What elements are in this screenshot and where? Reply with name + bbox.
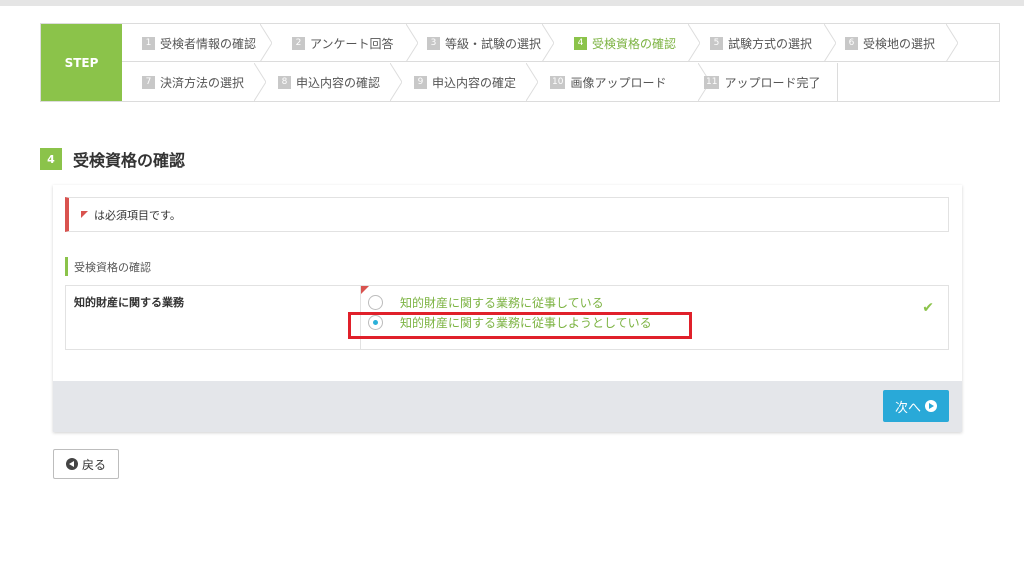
annotation-highlight-box <box>348 312 692 339</box>
next-button-label: 次へ <box>894 400 921 416</box>
step-4: 4 受検資格の確認 <box>554 24 676 62</box>
card-footer: 次へ <box>53 381 962 432</box>
back-button[interactable]: 戻る <box>53 449 119 479</box>
form-card: は必須項目です。 受検資格の確認 知的財産に関する業務 知的財産に関する業務に従… <box>53 185 962 432</box>
radio-option-engaged[interactable]: 知的財産に関する業務に従事している <box>368 293 604 311</box>
chevron-right-icon <box>260 24 272 62</box>
step-11: 11 アップロード完了 <box>704 75 821 90</box>
step-8: 8 申込内容の確認 <box>258 63 380 101</box>
step-3: 3 等級・試験の選択 <box>407 24 541 62</box>
section-number-badge: 4 <box>40 148 62 170</box>
page-title: 受検資格の確認 <box>73 151 186 170</box>
required-notice: は必須項目です。 <box>65 197 949 232</box>
radio-button[interactable] <box>368 294 383 310</box>
step-navigation: STEP 1 受検者情報の確認 2 アンケート回答 3 等級・試験の選択 4 受検資格の… <box>40 23 1000 102</box>
subsection-label: 受検資格の確認 <box>65 257 151 276</box>
step-7: 7 決済方法の選択 <box>122 63 244 101</box>
required-flag-icon <box>81 211 88 218</box>
step-10: 10 画像アップロード <box>550 75 667 90</box>
step-9: 9 申込内容の確定 <box>394 63 516 101</box>
arrow-left-circle-icon <box>65 458 78 470</box>
chevron-right-icon <box>946 24 958 62</box>
step-5: 5 試験方式の選択 <box>690 24 812 62</box>
step-1: 1 受検者情報の確認 <box>122 24 256 62</box>
back-button-label: 戻る <box>81 457 106 472</box>
top-bar <box>0 0 1024 6</box>
step-2: 2 アンケート回答 <box>272 24 394 62</box>
section-title: 4 受検資格の確認 <box>40 148 185 170</box>
chevron-right-icon <box>542 24 554 62</box>
arrow-right-circle-icon <box>925 400 937 412</box>
next-button[interactable]: 次へ <box>883 390 949 422</box>
radio-option-label: 知的財産に関する業務に従事している <box>400 295 604 310</box>
field-label: 知的財産に関する業務 <box>66 286 361 349</box>
step-6: 6 受検地の選択 <box>825 24 935 62</box>
step-label: STEP <box>41 24 122 101</box>
step-row-divider <box>837 63 838 101</box>
checkmark-icon: ✔ <box>922 300 934 316</box>
required-notice-text: は必須項目です。 <box>94 208 181 222</box>
